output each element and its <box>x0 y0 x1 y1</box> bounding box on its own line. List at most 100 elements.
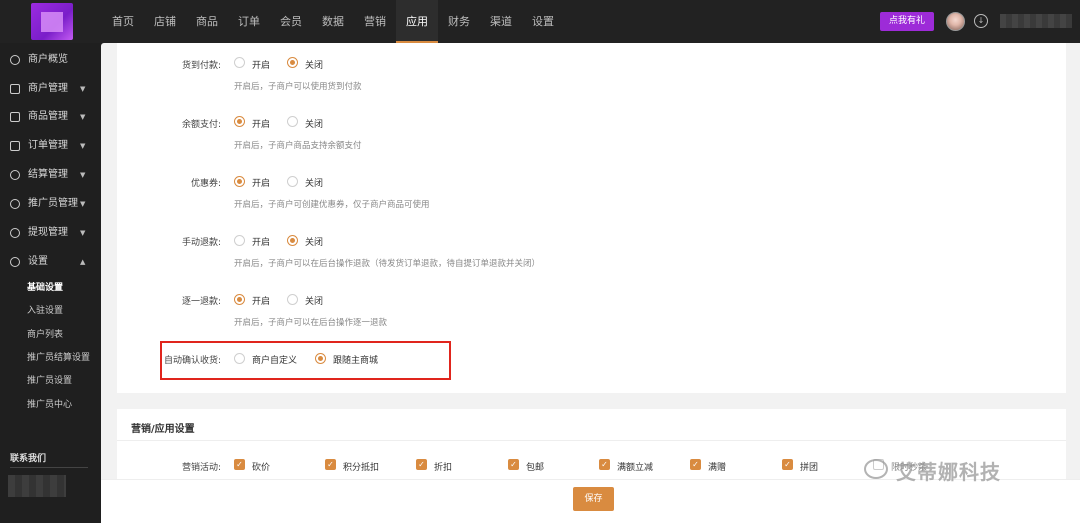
logo-mark <box>41 12 63 32</box>
discount-text: 折扣 <box>434 463 453 473</box>
sidebar-subitem-promoter-center[interactable]: 推广员中心 <box>27 395 72 415</box>
wechat-icon <box>864 459 888 479</box>
contact-us-heading: 联系我们 <box>10 454 47 464</box>
chevron-down-icon: ▼ <box>80 229 86 237</box>
group-buy-text: 拼团 <box>800 463 819 473</box>
top-navigation-bar: 首页 店铺 商品 订单 会员 数据 营销 应用 财务 渠道 设置 点我有礼 ↓ <box>0 0 1080 43</box>
single-refund-on-radio[interactable] <box>234 294 245 305</box>
manual-refund-off-radio[interactable] <box>287 235 298 246</box>
chevron-down-icon: ▼ <box>80 85 86 93</box>
watermark-text: 艾蒂娜科技 <box>896 460 1001 484</box>
coupon-off-radio[interactable] <box>287 176 298 187</box>
full-reduction-text: 满额立减 <box>617 463 654 473</box>
balance-pay-off-text: 关闭 <box>305 120 324 130</box>
full-reduction-checkbox[interactable]: ✓ <box>599 459 610 470</box>
gift-button[interactable]: 点我有礼 <box>880 12 934 31</box>
manual-refund-off-text: 关闭 <box>305 238 324 248</box>
settings-card: 货到付款: 开启 关闭 开启后，子商户可以使用货到付款 余额支付: 开启 关闭 … <box>117 43 1066 393</box>
free-shipping-checkbox[interactable]: ✓ <box>508 459 519 470</box>
coupon-on-text: 开启 <box>252 179 271 189</box>
coupon-label: 优惠券: <box>190 179 221 189</box>
sidebar-item-label: 商户概览 <box>28 54 68 65</box>
balance-pay-on-radio[interactable] <box>234 116 245 127</box>
bargain-checkbox[interactable]: ✓ <box>234 459 245 470</box>
target-icon <box>10 55 20 65</box>
save-bar: 保存 <box>101 479 1080 523</box>
single-refund-label: 逐一退款: <box>181 297 221 307</box>
nav-item-members[interactable]: 会员 <box>270 0 312 43</box>
coupon-on-radio[interactable] <box>234 176 245 187</box>
balance-pay-label: 余额支付: <box>181 120 221 130</box>
store-icon <box>10 84 20 94</box>
cod-hint: 开启后，子商户可以使用货到付款 <box>234 82 362 92</box>
chevron-down-icon: ▼ <box>80 142 86 150</box>
single-refund-off-radio[interactable] <box>287 294 298 305</box>
promoter-icon <box>10 199 20 209</box>
sidebar-item-label: 结算管理 <box>28 169 68 180</box>
cod-off-radio[interactable] <box>287 57 298 68</box>
balance-pay-off-radio[interactable] <box>287 116 298 127</box>
sidebar-subitem-basic-settings[interactable]: 基础设置 <box>27 278 63 298</box>
app-logo[interactable] <box>31 3 73 40</box>
nav-item-finance[interactable]: 财务 <box>438 0 480 43</box>
sidebar-item-merchant-overview[interactable]: 商户概览 <box>0 48 101 72</box>
nav-item-marketing[interactable]: 营销 <box>354 0 396 43</box>
manual-refund-hint: 开启后，子商户可以在后台操作退款（待发货订单退款，待自提订单退款并关闭） <box>234 259 541 269</box>
sidebar-item-settlement-management[interactable]: 结算管理 ▼ <box>0 163 101 187</box>
coupon-hint: 开启后，子商户可创建优惠券，仅子商户商品可使用 <box>234 200 430 210</box>
order-icon <box>10 141 20 151</box>
bargain-text: 砍价 <box>252 463 271 473</box>
marketing-activity-label: 营销活动: <box>181 463 221 473</box>
download-icon[interactable]: ↓ <box>974 14 988 28</box>
sidebar-item-order-management[interactable]: 订单管理 ▼ <box>0 134 101 158</box>
sidebar-subitem-promoter-settings[interactable]: 推广员设置 <box>27 371 72 391</box>
sidebar-item-settings[interactable]: 设置 ▲ <box>0 250 101 274</box>
product-icon <box>10 112 20 122</box>
red-highlight-box <box>160 341 451 380</box>
sidebar-subitem-onboarding-settings[interactable]: 入驻设置 <box>27 301 63 321</box>
cod-on-text: 开启 <box>252 61 271 71</box>
sidebar-item-withdraw-management[interactable]: 提现管理 ▼ <box>0 221 101 245</box>
sidebar-item-product-management[interactable]: 商品管理 ▼ <box>0 105 101 129</box>
single-refund-hint: 开启后，子商户可以在后台操作逐一退款 <box>234 318 388 328</box>
settlement-icon <box>10 170 20 180</box>
nav-item-data[interactable]: 数据 <box>312 0 354 43</box>
nav-item-channels[interactable]: 渠道 <box>480 0 522 43</box>
main-nav: 首页 店铺 商品 订单 会员 数据 营销 应用 财务 渠道 设置 <box>102 0 564 43</box>
nav-item-home[interactable]: 首页 <box>102 0 144 43</box>
avatar[interactable] <box>946 12 965 31</box>
main-content: 货到付款: 开启 关闭 开启后，子商户可以使用货到付款 余额支付: 开启 关闭 … <box>101 43 1080 523</box>
nav-item-products[interactable]: 商品 <box>186 0 228 43</box>
manual-refund-label: 手动退款: <box>181 238 221 248</box>
section-divider <box>117 440 1066 441</box>
username-blurred[interactable] <box>1000 14 1072 28</box>
free-shipping-text: 包邮 <box>526 463 545 473</box>
chevron-down-icon: ▼ <box>80 200 86 208</box>
sidebar-subitem-promoter-settlement[interactable]: 推广员结算设置 <box>27 348 90 368</box>
sidebar-item-merchant-management[interactable]: 商户管理 ▼ <box>0 77 101 101</box>
sidebar-item-label: 商品管理 <box>28 111 68 122</box>
sidebar-subitem-merchant-list[interactable]: 商户列表 <box>27 325 63 345</box>
settings-icon <box>10 257 20 267</box>
manual-refund-on-radio[interactable] <box>234 235 245 246</box>
single-refund-off-text: 关闭 <box>305 297 324 307</box>
cod-label: 货到付款: <box>181 61 221 71</box>
marketing-section-title: 营销/应用设置 <box>131 424 195 435</box>
nav-item-store[interactable]: 店铺 <box>144 0 186 43</box>
balance-pay-hint: 开启后，子商户商品支持余额支付 <box>234 141 362 151</box>
sidebar-item-promoter-management[interactable]: 推广员管理 ▼ <box>0 192 101 216</box>
group-buy-checkbox[interactable]: ✓ <box>782 459 793 470</box>
manual-refund-on-text: 开启 <box>252 238 271 248</box>
nav-item-orders[interactable]: 订单 <box>228 0 270 43</box>
sidebar-item-label: 订单管理 <box>28 140 68 151</box>
nav-item-settings[interactable]: 设置 <box>522 0 564 43</box>
full-gift-checkbox[interactable]: ✓ <box>690 459 701 470</box>
single-refund-on-text: 开启 <box>252 297 271 307</box>
points-deduct-checkbox[interactable]: ✓ <box>325 459 336 470</box>
sidebar-item-label: 设置 <box>28 256 48 267</box>
cod-on-radio[interactable] <box>234 57 245 68</box>
sidebar-item-label: 商户管理 <box>28 83 68 94</box>
discount-checkbox[interactable]: ✓ <box>416 459 427 470</box>
nav-item-apps[interactable]: 应用 <box>396 0 438 43</box>
save-button[interactable]: 保存 <box>573 487 614 511</box>
